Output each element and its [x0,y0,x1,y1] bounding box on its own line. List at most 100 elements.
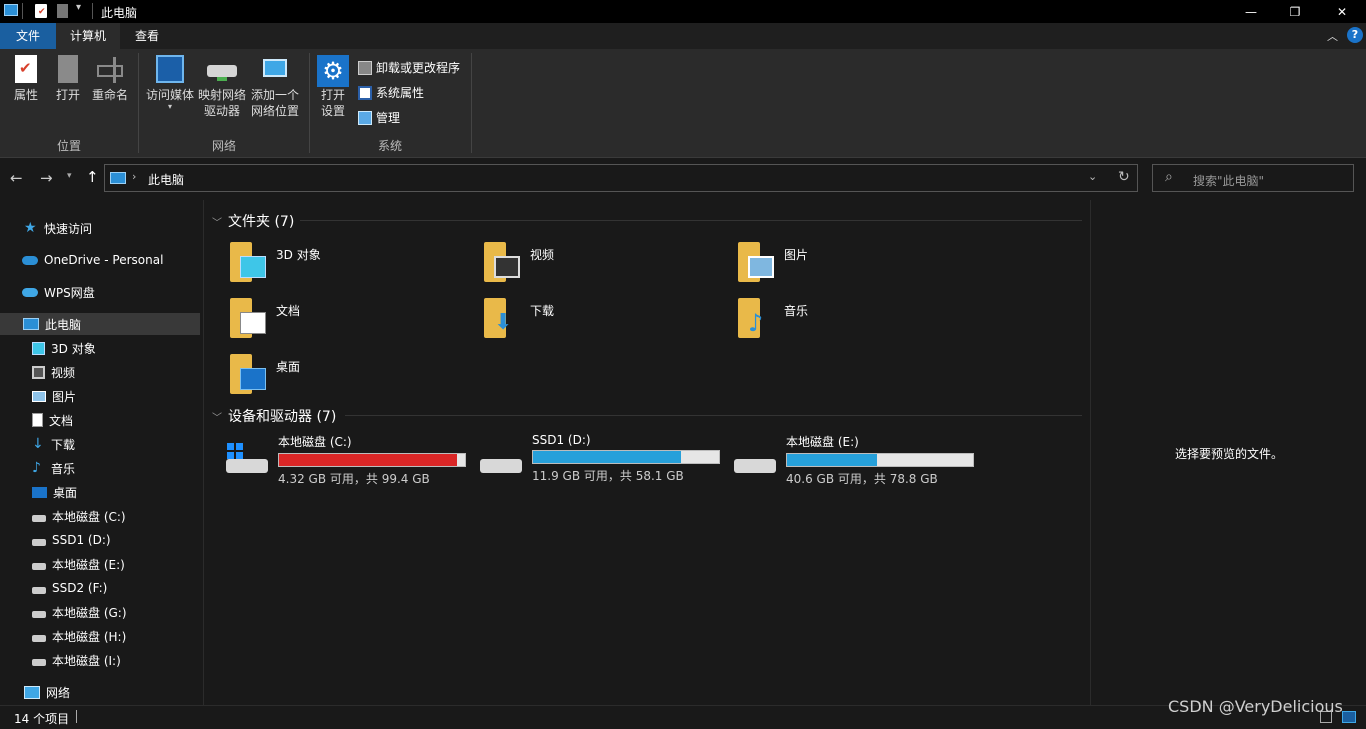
folder-icon: ♪ [738,296,776,340]
divider [76,710,77,723]
nav-item[interactable]: 3D 对象 [32,337,96,359]
refresh-icon[interactable]: ↻ [1118,169,1130,185]
computer-icon [23,318,39,330]
nav-label: 本地磁盘 (G:) [52,605,127,620]
nav-item[interactable]: ↓ 下载 [32,433,75,455]
forward-arrow-icon[interactable]: → [40,169,53,187]
customize-toolbar-icon[interactable]: ▾ [76,2,81,13]
search-box[interactable]: ⌕ 搜索"此电脑" [1152,164,1354,192]
video-icon [32,365,45,379]
chevron-down-icon[interactable]: ⌄ [1088,170,1097,183]
up-arrow-icon[interactable]: ↑ [86,168,99,186]
drive-icon [32,514,46,522]
star-icon: ★ [24,220,37,236]
manage-button[interactable]: 管理 [358,109,400,126]
rename-button[interactable]: 重命名 [90,55,130,103]
close-button[interactable]: ✕ [1318,0,1366,23]
nav-quick-access[interactable]: ★ 快速访问 [24,217,92,239]
dropdown-arrow-icon: ▾ [167,102,172,111]
drive-item[interactable]: 本地磁盘 (E:) 40.6 GB 可用，共 78.8 GB [732,433,974,487]
tab-computer[interactable]: 计算机 [56,23,120,49]
nav-onedrive[interactable]: OneDrive - Personal [22,249,163,271]
system-properties-button[interactable]: 系统属性 [358,84,424,101]
nav-item[interactable]: SSD1 (D:) [32,529,111,551]
folder-item[interactable]: 视频 [484,240,554,284]
desktop-icon [240,368,266,390]
divider [345,415,1082,416]
nav-item[interactable]: 本地磁盘 (G:) [32,601,127,623]
address-bar[interactable]: › 此电脑 ⌄ ↻ [104,164,1138,192]
drive-icon [32,562,46,570]
nav-item[interactable]: 视频 [32,361,75,383]
open-settings-button[interactable]: ⚙ 打开 设置 [316,55,350,119]
breadcrumb-this-pc[interactable]: 此电脑 [148,171,184,188]
add-network-location-button[interactable]: 添加一个 网络位置 [248,55,302,119]
folder-icon [484,240,522,284]
tab-file[interactable]: 文件 [0,23,56,49]
window-title: 此电脑 [101,6,138,20]
chevron-down-icon: ﹀ [212,217,222,229]
nav-label: 图片 [52,389,77,404]
checkmark-icon: ✔ [38,7,46,17]
picture-icon [32,390,46,402]
folder-label: 文档 [276,304,301,318]
maximize-button[interactable]: ❐ [1272,0,1318,23]
folder-item[interactable]: 桌面 [230,352,300,396]
folder-item[interactable]: 图片 [738,240,808,284]
drive-capacity: 11.9 GB 可用，共 58.1 GB [532,469,684,483]
nav-item[interactable]: 本地磁盘 (E:) [32,553,125,575]
uninstall-button[interactable]: 卸载或更改程序 [358,59,460,76]
open-settings-label-1: 打开 [320,88,345,102]
computer-icon [110,172,126,184]
rename-icon [97,55,123,83]
nav-network[interactable]: 网络 [24,681,70,703]
access-media-button[interactable]: 访问媒体 ▾ [144,55,196,111]
cube-icon [240,256,266,278]
item-count: 14 个项目 [14,712,70,726]
drive-icon [32,634,46,642]
nav-item[interactable]: 文档 [32,409,73,431]
nav-item[interactable]: 图片 [32,385,76,407]
drives-section-header[interactable]: ﹀ 设备和驱动器 (7) [212,406,336,426]
nav-item[interactable]: ♪ 音乐 [32,457,75,479]
tab-view[interactable]: 查看 [120,23,174,49]
help-icon[interactable]: ? [1347,27,1363,43]
folder-item[interactable]: 文档 [230,296,300,340]
large-icons-view-icon[interactable] [1342,711,1356,723]
nav-item[interactable]: SSD2 (F:) [32,577,107,599]
back-arrow-icon[interactable]: ← [10,169,23,187]
video-icon [494,256,520,278]
uninstall-icon [358,60,372,75]
folder-label: 视频 [530,248,555,262]
nav-label: 文档 [49,413,74,428]
drive-capacity: 40.6 GB 可用，共 78.8 GB [786,472,938,486]
nav-item[interactable]: 本地磁盘 (H:) [32,625,126,647]
drive-item[interactable]: 本地磁盘 (C:) 4.32 GB 可用，共 99.4 GB [224,433,466,487]
nav-item[interactable]: 桌面 [32,481,77,503]
nav-wps[interactable]: WPS网盘 [22,281,95,303]
nav-label: 快速访问 [44,221,93,236]
search-input[interactable]: 搜索"此电脑" [1193,172,1264,189]
folder-item[interactable]: ♪ 音乐 [738,296,808,340]
new-folder-quick-icon[interactable] [57,4,68,18]
minimize-button[interactable]: — [1228,0,1274,23]
nav-label: WPS网盘 [44,285,95,300]
drive-usage-bar [278,453,466,467]
folder-item[interactable]: 3D 对象 [230,240,321,284]
properties-button[interactable]: ✔ 属性 [8,55,44,103]
folder-item[interactable]: ⬇ 下载 [484,296,554,340]
chevron-right-icon[interactable]: › [132,170,136,183]
nav-this-pc[interactable]: 此电脑 [0,313,200,335]
collapse-ribbon-icon[interactable]: ︿ [1327,28,1338,44]
nav-label: 本地磁盘 (E:) [52,557,125,572]
recent-locations-icon[interactable]: ▾ [67,171,72,181]
map-network-drive-button[interactable]: 映射网络 驱动器 [196,55,248,119]
drive-item[interactable]: SSD1 (D:) 11.9 GB 可用，共 58.1 GB [478,433,720,484]
wps-cloud-icon [22,287,38,297]
nav-item[interactable]: 本地磁盘 (C:) [32,505,126,527]
nav-label: 本地磁盘 (I:) [52,653,121,668]
open-button[interactable]: 打开 [52,55,84,103]
nav-item[interactable]: 本地磁盘 (I:) [32,649,121,671]
nav-label: SSD1 (D:) [52,533,111,547]
folders-section-header[interactable]: ﹀ 文件夹 (7) [212,211,294,231]
